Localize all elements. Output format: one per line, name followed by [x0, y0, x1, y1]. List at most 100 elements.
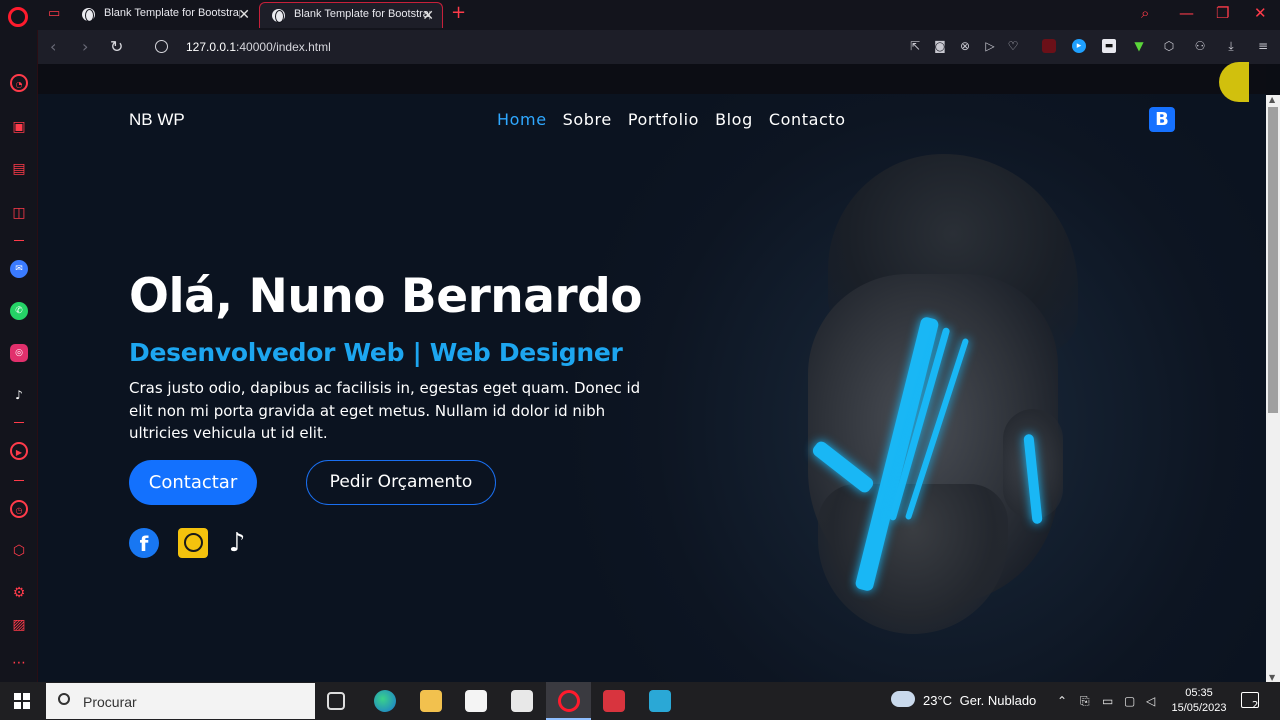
whatsapp-icon[interactable]	[178, 528, 208, 558]
sidebar-divider	[14, 480, 24, 481]
tiktok-icon[interactable]: ♪	[222, 528, 252, 558]
contactar-button[interactable]: Contactar	[129, 460, 257, 505]
extension-icon[interactable]	[1042, 39, 1056, 53]
nav-portfolio[interactable]: Portfolio	[628, 110, 699, 129]
screen: ▭ Blank Template for Bootstrap ✕ Blank T…	[0, 0, 1280, 720]
search-icon	[58, 693, 70, 705]
share-icon[interactable]: ⇱	[908, 39, 922, 53]
globe-icon	[272, 9, 285, 23]
scroll-down-icon[interactable]: ▼	[1269, 673, 1275, 682]
hero-subtitle: Desenvolvedor Web | Web Designer	[129, 338, 623, 367]
downloads-icon[interactable]: ⤓	[1224, 39, 1238, 53]
tab-island-icon[interactable]: ▭	[48, 6, 60, 21]
tab-title: Blank Template for Bootstrap	[294, 8, 430, 20]
notification-count: 2	[1252, 700, 1259, 711]
mail-icon[interactable]	[511, 690, 533, 712]
windows-start-icon[interactable]	[14, 693, 30, 709]
camera-icon[interactable]: ◙	[933, 39, 947, 53]
adblock-icon[interactable]: ⊗	[958, 39, 972, 53]
gallery-icon[interactable]: ▨	[10, 616, 28, 634]
close-window-icon[interactable]: ✕	[1254, 4, 1267, 22]
nav-blog[interactable]: Blog	[715, 110, 753, 129]
facebook-icon[interactable]: f	[129, 528, 159, 558]
web-page: NB WP Home Sobre Portfolio Blog Contacto…	[38, 64, 1266, 682]
messenger-icon[interactable]: ✉	[10, 260, 28, 278]
back-icon[interactable]: ‹	[50, 37, 56, 56]
player-icon[interactable]: ◫	[10, 204, 28, 222]
volume-icon[interactable]: ◁	[1146, 694, 1155, 708]
meet-now-icon[interactable]: ⎘	[1080, 694, 1090, 709]
page-top-strip	[38, 64, 1266, 94]
play-icon[interactable]: ▷	[983, 39, 997, 53]
scroll-up-icon[interactable]: ▲	[1269, 95, 1275, 104]
tab-active[interactable]: Blank Template for Bootstrap ✕	[259, 2, 443, 28]
opera-sidebar: ◔ ▣ ▤ ◫ ✉ ✆ ◎ ♪ ▶ ◷ ⬡ ⚙ ▨ ⋯	[0, 30, 38, 682]
bootstrap-badge-icon[interactable]: B	[1149, 107, 1175, 132]
globe-icon	[82, 8, 95, 22]
new-tab-button[interactable]: +	[451, 2, 466, 23]
download-extension-icon[interactable]: ▼	[1132, 39, 1146, 53]
vscode-style-icon[interactable]	[649, 690, 671, 712]
extension-note-icon[interactable]: ▬	[1102, 39, 1116, 53]
scroll-thumb[interactable]	[1268, 107, 1278, 413]
instagram-icon[interactable]: ◎	[10, 344, 28, 362]
taskbar-clock[interactable]: 05:35 15/05/2023	[1168, 686, 1230, 716]
address-toolbar: ‹ › ↻ 127.0.0.1:40000/index.html ⇱ ◙ ⊗ ▷…	[38, 30, 1280, 64]
chevron-up-icon[interactable]: ⌃	[1057, 694, 1067, 708]
battery-icon[interactable]: ▭	[1102, 694, 1113, 708]
speed-dial-icon[interactable]: ◔	[10, 74, 28, 92]
cube-icon[interactable]: ⬡	[1162, 39, 1176, 53]
settings-icon[interactable]: ⚙	[10, 584, 28, 602]
opera-logo-icon[interactable]	[8, 7, 28, 27]
forward-icon[interactable]: ›	[82, 37, 88, 56]
extensions-cube-icon[interactable]: ⬡	[10, 542, 28, 560]
reload-icon[interactable]: ↻	[110, 37, 123, 56]
weather-desc: Ger. Nublado	[959, 693, 1037, 708]
address-bar[interactable]: 127.0.0.1:40000/index.html	[186, 40, 331, 54]
close-tab-icon[interactable]: ✕	[422, 7, 434, 24]
url-host: 127.0.0.1	[186, 40, 237, 54]
recorder-icon[interactable]	[603, 690, 625, 712]
network-icon[interactable]: ▢	[1124, 694, 1135, 708]
edge-icon[interactable]	[374, 690, 396, 712]
site-nav: Home Sobre Portfolio Blog Contacto	[497, 110, 846, 129]
easy-setup-icon[interactable]: ≡	[1256, 39, 1270, 53]
clock-date: 15/05/2023	[1171, 702, 1227, 714]
history-icon[interactable]: ◷	[10, 500, 28, 518]
more-icon[interactable]: ⋯	[10, 654, 28, 672]
windows-taskbar: Procurar 23°C Ger. Nublado ⌃ ⎘ ▭ ▢ ◁ 05:…	[0, 682, 1280, 720]
file-explorer-icon[interactable]	[420, 690, 442, 712]
close-tab-icon[interactable]: ✕	[238, 6, 250, 23]
pedir-orcamento-button[interactable]: Pedir Orçamento	[306, 460, 496, 505]
hero-description: Cras justo odio, dapibus ac facilisis in…	[129, 379, 641, 442]
url-path: :40000/index.html	[236, 40, 331, 54]
restore-icon[interactable]: ❐	[1216, 4, 1229, 22]
task-view-icon[interactable]	[327, 692, 345, 710]
profile-icon[interactable]: ⚇	[1193, 39, 1207, 53]
taskbar-search[interactable]: Procurar	[46, 683, 315, 719]
search-tabs-icon[interactable]: ⌕	[1141, 4, 1149, 22]
weather-widget[interactable]: 23°C Ger. Nublado	[891, 693, 1036, 708]
whatsapp-sidebar-icon[interactable]: ✆	[10, 302, 28, 320]
heart-icon[interactable]: ♡	[1006, 39, 1020, 53]
search-placeholder: Procurar	[83, 694, 137, 710]
player-circle-icon[interactable]: ▶	[10, 442, 28, 460]
site-info-icon[interactable]	[155, 40, 168, 53]
extension-blue-icon[interactable]: ▸	[1072, 39, 1086, 53]
nav-home[interactable]: Home	[497, 110, 547, 129]
page-scrollbar[interactable]: ▲ ▼	[1266, 95, 1280, 682]
minimize-icon[interactable]: —	[1179, 4, 1194, 22]
sidebar-divider	[14, 422, 24, 423]
store-icon[interactable]	[465, 690, 487, 712]
hero-title: Olá, Nuno Bernardo	[129, 269, 643, 324]
nav-contacto[interactable]: Contacto	[769, 110, 846, 129]
opera-taskbar-icon[interactable]	[558, 690, 580, 712]
site-brand[interactable]: NB WP	[129, 110, 185, 130]
nav-sobre[interactable]: Sobre	[563, 110, 612, 129]
bag-icon[interactable]: ▣	[10, 118, 28, 136]
tab-inactive[interactable]: Blank Template for Bootstrap ✕	[70, 2, 258, 28]
tiktok-sidebar-icon[interactable]: ♪	[10, 386, 28, 404]
browser-tab-strip: ▭ Blank Template for Bootstrap ✕ Blank T…	[0, 0, 1280, 30]
sidebar-divider	[14, 240, 24, 241]
twitch-icon[interactable]: ▤	[10, 160, 28, 178]
